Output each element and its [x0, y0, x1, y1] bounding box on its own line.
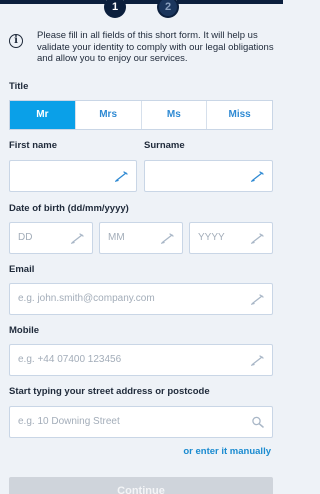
stepper-line — [0, 0, 106, 4]
step-1: 1 — [104, 0, 126, 18]
email-placeholder: e.g. john.smith@company.com — [18, 293, 155, 304]
stepper-line — [124, 0, 161, 4]
enter-manually-link[interactable]: or enter it manually — [183, 446, 271, 457]
address-label: Start typing your street address or post… — [9, 386, 210, 397]
dob-year-field[interactable]: YYYY — [189, 222, 273, 254]
info-text: Please fill in all fields of this short … — [37, 30, 274, 64]
step-2: 2 — [157, 0, 179, 18]
address-search-field[interactable]: e.g. 10 Downing Street — [9, 406, 273, 438]
first-name-field[interactable] — [9, 160, 137, 192]
pencil-icon — [251, 171, 264, 182]
pencil-icon — [251, 233, 264, 244]
pencil-icon — [251, 355, 264, 366]
mobile-field[interactable]: e.g. +44 07400 123456 — [9, 344, 273, 376]
dob-year-placeholder: YYYY — [198, 232, 225, 243]
title-option-ms[interactable]: Ms — [140, 101, 207, 129]
address-placeholder: e.g. 10 Downing Street — [18, 416, 120, 427]
search-icon — [252, 416, 264, 428]
surname-field[interactable] — [144, 160, 273, 192]
info-notice: i Please fill in all fields of this shor… — [9, 30, 275, 65]
surname-label: Surname — [144, 140, 185, 151]
first-name-label: First name — [9, 140, 58, 151]
email-label: Email — [9, 264, 35, 275]
pencil-icon — [161, 233, 174, 244]
dob-month-placeholder: MM — [108, 232, 125, 243]
dob-day-placeholder: DD — [18, 232, 33, 243]
info-icon: i — [9, 34, 23, 48]
mobile-placeholder: e.g. +44 07400 123456 — [18, 354, 122, 365]
dob-month-field[interactable]: MM — [99, 222, 183, 254]
pencil-icon — [115, 171, 128, 182]
pencil-icon — [71, 233, 84, 244]
title-selector: Mr Mrs Ms Miss — [9, 100, 273, 130]
mobile-label: Mobile — [9, 325, 40, 336]
title-option-mrs[interactable]: Mrs — [74, 101, 141, 129]
stepper-line — [177, 0, 283, 4]
pencil-icon — [251, 294, 264, 305]
dob-day-field[interactable]: DD — [9, 222, 93, 254]
continue-button[interactable]: Continue — [9, 477, 273, 494]
title-option-mr[interactable]: Mr — [10, 101, 75, 129]
title-label: Title — [9, 81, 29, 92]
email-field[interactable]: e.g. john.smith@company.com — [9, 283, 273, 315]
dob-label: Date of birth (dd/mm/yyyy) — [9, 203, 129, 214]
title-option-miss[interactable]: Miss — [206, 101, 272, 129]
progress-stepper: 1 2 — [0, 0, 283, 22]
